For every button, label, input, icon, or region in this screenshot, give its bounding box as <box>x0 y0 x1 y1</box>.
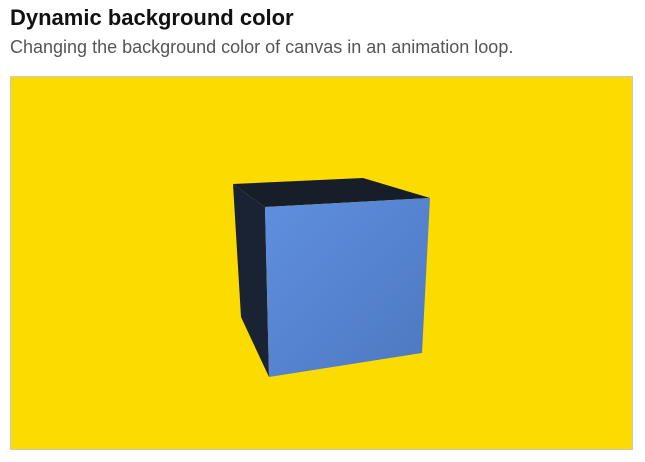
page-title: Dynamic background color <box>10 5 294 30</box>
canvas-drawing <box>11 77 632 449</box>
cube-front-face <box>265 198 430 377</box>
page-subtitle: Changing the background color of canvas … <box>10 37 514 57</box>
animation-canvas[interactable] <box>10 76 633 450</box>
